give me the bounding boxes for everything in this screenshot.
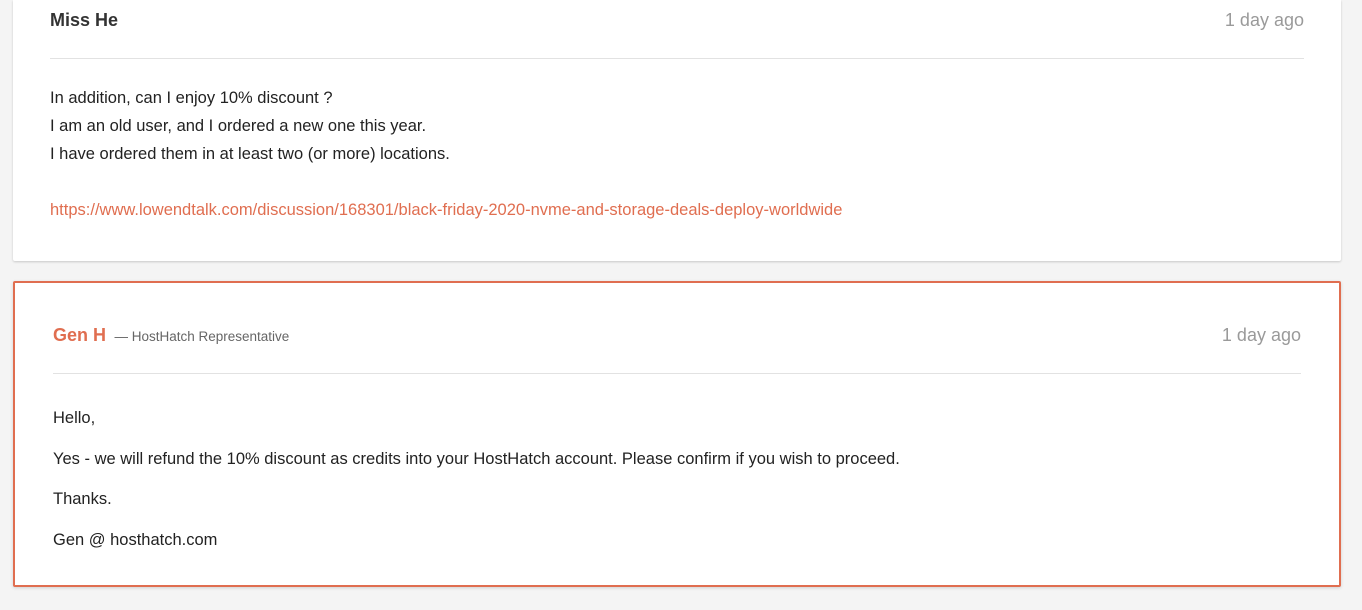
message-line: Yes - we will refund the 10% discount as… (53, 449, 900, 468)
author-block: Gen H — HostHatch Representative (53, 325, 289, 346)
reply-body: In addition, can I enjoy 10% discount ? … (50, 84, 842, 224)
reply-header: Gen H — HostHatch Representative 1 day a… (53, 315, 1301, 355)
reply-timestamp: 1 day ago (1221, 324, 1301, 345)
message-line: Thanks. (53, 490, 112, 508)
message-line: Hello, (53, 409, 96, 427)
header-divider (53, 373, 1301, 374)
reply-header: Miss He 1 day ago (50, 0, 1304, 40)
header-divider (50, 58, 1304, 59)
staff-reply-card: Gen H — HostHatch Representative 1 day a… (13, 281, 1341, 587)
reply-timestamp: 1 day ago (1224, 9, 1304, 30)
message-line: I have ordered them in at least two (or … (50, 145, 450, 163)
author-name: Miss He (50, 9, 119, 30)
message-line: I am an old user, and I ordered a new on… (50, 117, 427, 135)
client-reply-card: Miss He 1 day ago In addition, can I enj… (13, 0, 1341, 261)
staff-author-name: Gen H (53, 324, 107, 345)
staff-role-label: — HostHatch Representative (114, 328, 290, 344)
ticket-thread: Miss He 1 day ago In addition, can I enj… (0, 0, 1362, 610)
message-line: Gen @ hosthatch.com (53, 530, 218, 549)
message-line: In addition, can I enjoy 10% discount ? (50, 89, 333, 107)
reply-body: Hello, Yes - we will refund the 10% disc… (53, 398, 900, 560)
discussion-link[interactable]: https://www.lowendtalk.com/discussion/16… (50, 201, 842, 219)
